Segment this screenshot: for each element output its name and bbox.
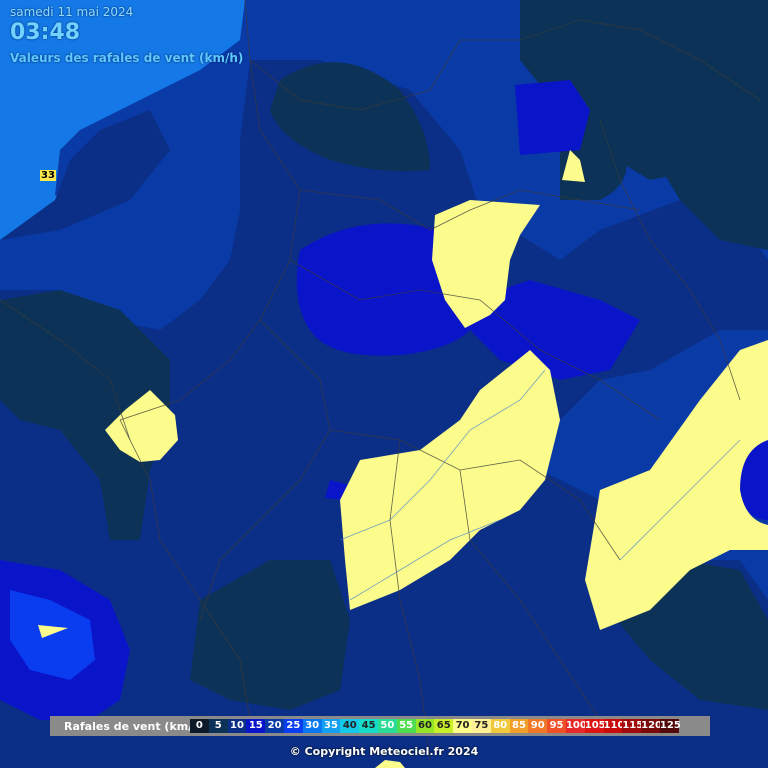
legend-cell: 35: [321, 719, 341, 733]
map-date: samedi 11 mai 2024: [10, 5, 134, 19]
legend-cell: 50: [377, 719, 397, 733]
legend-cell: 110: [603, 719, 625, 733]
map-subtitle: Valeurs des rafales de vent (km/h): [10, 51, 244, 65]
legend-cell: 115: [622, 719, 644, 733]
copyright-notice: © Copyright Meteociel.fr 2024: [289, 745, 479, 758]
legend-cell: 10: [227, 719, 247, 733]
legend-cell: 120: [641, 719, 662, 733]
legend-cell: 75: [471, 719, 491, 733]
legend-cell: 105: [584, 719, 606, 733]
legend-cell: 90: [528, 719, 548, 733]
legend-cell: 40: [340, 719, 360, 733]
legend-cell: 5: [208, 719, 228, 733]
map-time: 03:48: [10, 20, 81, 45]
legend-cell: 95: [547, 719, 566, 733]
legend-cell: 25: [283, 719, 303, 733]
point-value-label: 33: [40, 170, 56, 181]
legend-cell: 125: [659, 719, 681, 733]
legend-cell: 65: [434, 719, 454, 733]
legend-cell: 60: [415, 719, 435, 733]
legend-cell: 100: [565, 719, 587, 733]
legend-cell: 55: [396, 719, 416, 733]
legend-cell: 85: [509, 719, 529, 733]
legend-cell: 70: [453, 719, 472, 733]
legend-cell: 0: [190, 719, 209, 733]
legend-title: Rafales de vent (km/h): [64, 719, 206, 733]
legend-cell: 45: [359, 719, 378, 733]
legend-cell: 20: [265, 719, 284, 733]
legend-cell: 80: [490, 719, 510, 733]
wind-gust-map: [0, 0, 768, 768]
legend-cell: 30: [302, 719, 322, 733]
legend-cell: 15: [246, 719, 266, 733]
legend-cells: 0 5 10 15 20 25 30 35 40 45 50 55 60 65 70 75 80 85 90 95 10…: [190, 719, 681, 733]
color-legend: Rafales de vent (km/h) 0 5 10 15 20 25 30 35 40 4…: [50, 716, 710, 736]
